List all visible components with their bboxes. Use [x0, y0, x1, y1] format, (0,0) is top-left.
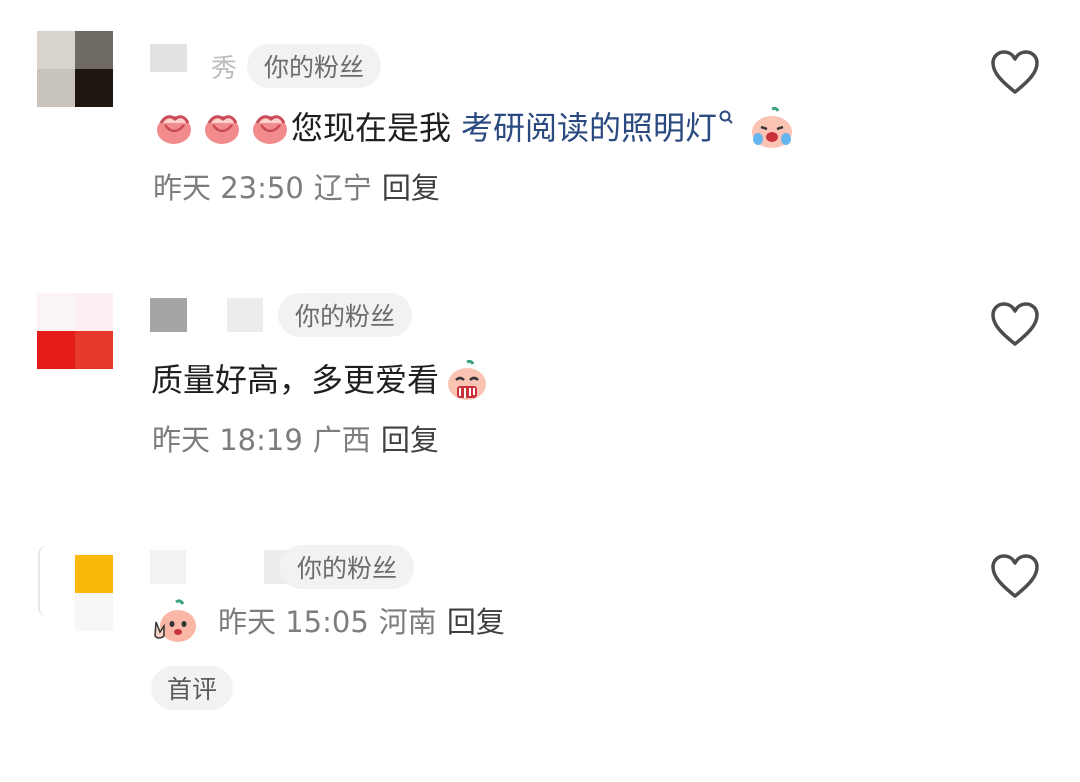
comment-location: 辽宁 [313, 171, 372, 205]
username-row[interactable]: 秀 你的粉丝 [150, 44, 382, 88]
comment-meta: 昨天 15:05 河南 回复 [218, 602, 505, 642]
heart-outline-icon[interactable] [990, 49, 1040, 95]
first-comment-badge: 首评 [151, 666, 234, 710]
username-row[interactable]: 你的粉丝 [150, 545, 415, 589]
avatar[interactable] [37, 293, 113, 369]
reply-button[interactable]: 回复 [381, 420, 439, 460]
comment-time: 昨天 15:05 [218, 605, 369, 639]
comment-time: 昨天 23:50 [153, 171, 304, 205]
comment-time: 昨天 18:19 [152, 423, 303, 457]
fan-badge: 你的粉丝 [247, 44, 382, 88]
comment-meta: 昨天 23:50 辽宁 回复 [153, 168, 440, 208]
shy-peace-emoji [150, 596, 198, 648]
username-blurred [150, 44, 187, 72]
username-blurred [150, 550, 186, 584]
heart-outline-icon[interactable] [990, 301, 1040, 347]
heart-outline-icon[interactable] [990, 553, 1040, 599]
fan-badge: 你的粉丝 [278, 293, 413, 337]
fan-badge: 你的粉丝 [280, 545, 415, 589]
avatar[interactable] [37, 31, 113, 107]
username-blurred [227, 298, 263, 332]
username-blurred [150, 298, 187, 332]
comment-text-prefix: 您现在是我 [291, 109, 452, 147]
username-row[interactable]: 你的粉丝 [150, 293, 413, 337]
reply-button[interactable]: 回复 [447, 602, 505, 642]
crying-face-emoji [749, 105, 795, 151]
comment-location: 河南 [378, 605, 437, 639]
drooling-face-emoji [445, 358, 489, 402]
comment-meta: 昨天 18:19 广西 回复 [152, 420, 439, 460]
avatar[interactable] [37, 555, 113, 631]
comment-text: 质量好高，多更爱看 [151, 356, 489, 404]
clapping-hands-emoji [153, 107, 195, 149]
clapping-hands-emoji [249, 107, 291, 149]
emoji-reply-row: 昨天 15:05 河南 回复 [150, 596, 505, 648]
comment-location: 广西 [312, 423, 371, 457]
avatar-ring [38, 546, 46, 616]
username-fragment: 秀 [211, 53, 238, 84]
search-link[interactable]: 考研阅读的照明灯 [461, 104, 735, 152]
search-icon [719, 110, 733, 124]
search-link-label: 考研阅读的照明灯 [461, 109, 718, 147]
reply-button[interactable]: 回复 [382, 168, 440, 208]
clapping-hands-emoji [201, 107, 243, 149]
comment-text-content: 质量好高，多更爱看 [151, 361, 440, 399]
comment-text: 您现在是我 考研阅读的照明灯 [153, 104, 795, 152]
